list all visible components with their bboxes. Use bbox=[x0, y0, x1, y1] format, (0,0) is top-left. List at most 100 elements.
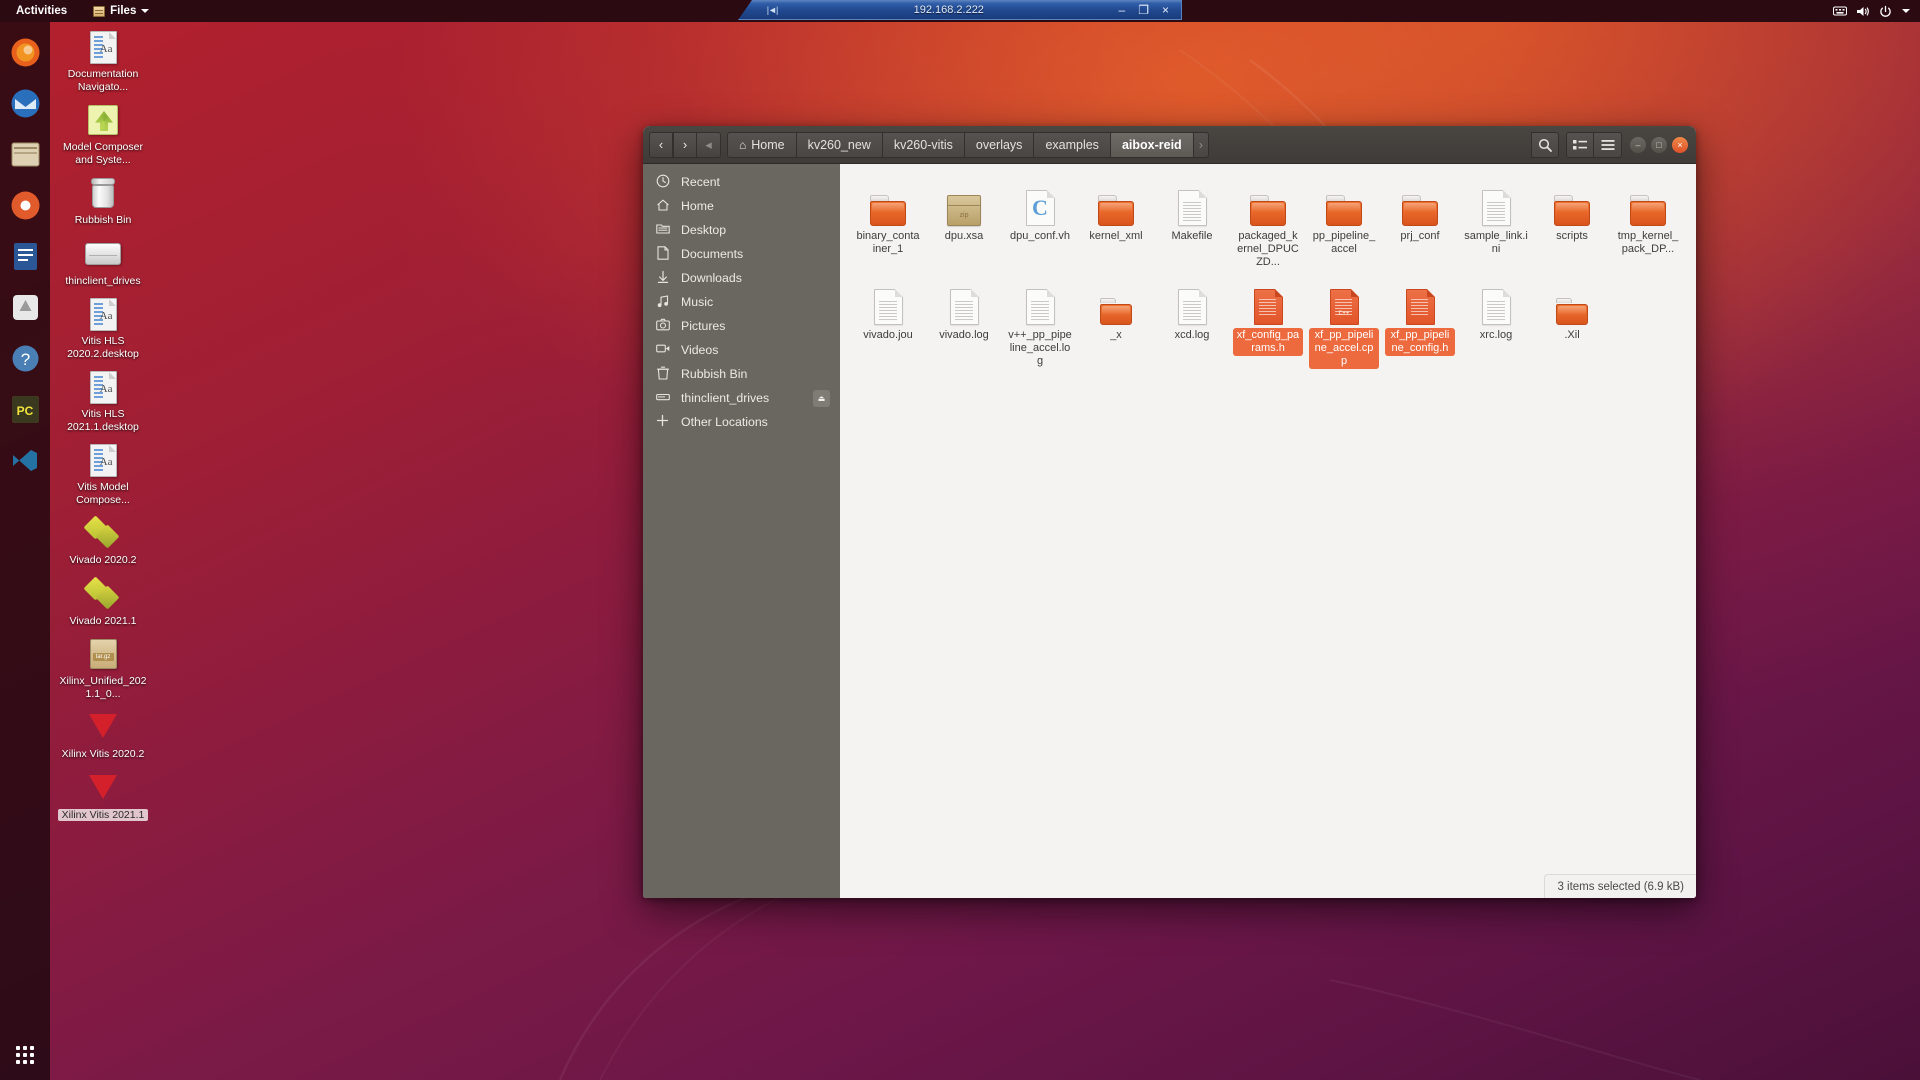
desktop-icon-vivado-2021[interactable]: Vivado 2021.1 bbox=[58, 575, 148, 628]
dock-item-vscode[interactable] bbox=[9, 444, 42, 477]
breadcrumb-item-kv260-new[interactable]: kv260_new bbox=[796, 131, 883, 158]
desktop-icon-vitis-model-composer[interactable]: Aa Vitis Model Compose... bbox=[58, 441, 148, 506]
source-file-icon bbox=[1253, 277, 1283, 326]
sidebar-item-label: Downloads bbox=[681, 271, 742, 285]
remote-desktop-titlebar[interactable]: |◄| 192.168.2.222 – ❐ × bbox=[738, 0, 1182, 20]
view-list-icon[interactable] bbox=[1566, 131, 1594, 158]
file-item[interactable]: packaged_kernel_DPUCZD... bbox=[1233, 178, 1303, 269]
breadcrumb-item-kv260-vitis[interactable]: kv260-vitis bbox=[882, 131, 965, 158]
drive-icon bbox=[58, 235, 148, 273]
desktop-icon-vitis-hls-2020[interactable]: Aa Vitis HLS 2020.2.desktop bbox=[58, 295, 148, 360]
sidebar-item-downloads[interactable]: Downloads bbox=[643, 266, 840, 290]
dock-item-help[interactable]: ? bbox=[9, 342, 42, 375]
desktop-icon-vivado-2020[interactable]: Vivado 2020.2 bbox=[58, 514, 148, 567]
file-item[interactable]: vivado.jou bbox=[853, 277, 923, 368]
file-item[interactable]: vivado.log bbox=[929, 277, 999, 368]
file-item-selected[interactable]: xf_pp_pipeline_config.h bbox=[1385, 277, 1455, 368]
file-label: vivado.jou bbox=[863, 329, 913, 342]
desktop-icon-vitis-hls-2021[interactable]: Aa Vitis HLS 2021.1.desktop bbox=[58, 368, 148, 433]
sidebar-item-rubbish-bin[interactable]: Rubbish Bin bbox=[643, 362, 840, 386]
file-item[interactable]: Makefile bbox=[1157, 178, 1227, 269]
files-app-icon bbox=[93, 5, 106, 17]
file-item[interactable]: scripts bbox=[1537, 178, 1607, 269]
power-icon[interactable] bbox=[1879, 5, 1893, 18]
file-item[interactable]: _x bbox=[1081, 277, 1151, 368]
chevron-down-icon[interactable] bbox=[1902, 9, 1910, 13]
forward-button[interactable]: › bbox=[673, 131, 697, 158]
file-label: .Xil bbox=[1564, 329, 1580, 342]
text-file-icon bbox=[873, 277, 903, 326]
file-item[interactable]: pp_pipeline_accel bbox=[1309, 178, 1379, 269]
file-item[interactable]: C dpu_conf.vh bbox=[1005, 178, 1075, 269]
breadcrumb-next-button[interactable]: › bbox=[1193, 131, 1209, 158]
dock-item-rhythmbox[interactable] bbox=[9, 189, 42, 222]
maximize-button[interactable]: □ bbox=[1651, 136, 1667, 153]
keyboard-icon[interactable] bbox=[1833, 5, 1847, 18]
sidebar-item-label: Rubbish Bin bbox=[681, 367, 748, 381]
breadcrumb-item-overlays[interactable]: overlays bbox=[964, 131, 1035, 158]
file-item-selected[interactable]: C++ xf_pp_pipeline_accel.cpp bbox=[1309, 277, 1379, 369]
sidebar-item-thinclient-drives[interactable]: thinclient_drives ⏏ bbox=[643, 386, 840, 410]
volume-icon[interactable] bbox=[1856, 5, 1870, 18]
desktop-icon-model-composer[interactable]: Model Composer and Syste... bbox=[58, 101, 148, 166]
desktop-icon-thinclient-drives[interactable]: thinclient_drives bbox=[58, 235, 148, 288]
breadcrumb-label: Home bbox=[751, 137, 785, 152]
breadcrumb-item-home[interactable]: ⌂ Home bbox=[727, 131, 797, 158]
search-icon[interactable] bbox=[1531, 131, 1559, 158]
show-applications-button[interactable] bbox=[16, 1046, 34, 1064]
file-item[interactable]: kernel_xml bbox=[1081, 178, 1151, 269]
folder-icon bbox=[1098, 178, 1134, 226]
desktop-icon-documentation-navigator[interactable]: Aa Documentation Navigato... bbox=[58, 28, 148, 93]
sidebar-item-label: Recent bbox=[681, 175, 720, 189]
back-button[interactable]: ‹ bbox=[649, 131, 673, 158]
file-item[interactable]: prj_conf bbox=[1385, 178, 1455, 269]
desktop-icon-xilinx-unified-archive[interactable]: tar.gz Xilinx_Unified_2021.1_0... bbox=[58, 635, 148, 700]
file-item-selected[interactable]: xf_config_params.h bbox=[1233, 277, 1303, 368]
sidebar-item-label: Documents bbox=[681, 247, 744, 261]
desktop-icon-rubbish-bin[interactable]: Rubbish Bin bbox=[58, 174, 148, 227]
path-dropdown-button[interactable]: ◂ bbox=[697, 131, 721, 158]
remote-minimize-button[interactable]: – bbox=[1119, 4, 1126, 16]
sidebar-item-pictures[interactable]: Pictures bbox=[643, 314, 840, 338]
sidebar-item-recent[interactable]: Recent bbox=[643, 170, 840, 194]
hamburger-menu-icon[interactable] bbox=[1594, 131, 1622, 158]
document-icon: Aa bbox=[58, 368, 148, 406]
files-window: ‹ › ◂ ⌂ Home kv260_new kv260-vitis overl… bbox=[643, 126, 1696, 898]
minimize-button[interactable]: – bbox=[1630, 136, 1646, 153]
file-list-view[interactable]: binary_container_1 zip dpu.xsa C dpu_con… bbox=[840, 164, 1696, 898]
remote-restore-button[interactable]: ❐ bbox=[1138, 4, 1149, 16]
file-label: binary_container_1 bbox=[856, 230, 920, 255]
sidebar-item-desktop[interactable]: Desktop bbox=[643, 218, 840, 242]
close-button[interactable]: × bbox=[1672, 136, 1688, 153]
remote-close-button[interactable]: × bbox=[1162, 4, 1169, 16]
app-menu-files[interactable]: Files bbox=[87, 3, 155, 19]
dock-item-firefox[interactable] bbox=[9, 36, 42, 69]
pin-icon[interactable]: |◄| bbox=[765, 5, 779, 15]
file-item[interactable]: xrc.log bbox=[1461, 277, 1531, 368]
activities-button[interactable]: Activities bbox=[10, 3, 73, 19]
file-item[interactable]: tmp_kernel_pack_DP... bbox=[1613, 178, 1683, 269]
dock-item-files[interactable] bbox=[9, 138, 42, 171]
file-item[interactable]: sample_link.ini bbox=[1461, 178, 1531, 269]
file-item[interactable]: .Xil bbox=[1537, 277, 1607, 368]
dock-item-libreoffice-writer[interactable] bbox=[9, 240, 42, 273]
remote-host-label: 192.168.2.222 bbox=[913, 3, 984, 16]
file-item[interactable]: binary_container_1 bbox=[853, 178, 923, 269]
dock-item-software[interactable] bbox=[9, 291, 42, 324]
sidebar-item-other-locations[interactable]: Other Locations bbox=[643, 410, 840, 434]
sidebar-item-documents[interactable]: Documents bbox=[643, 242, 840, 266]
desktop-icon-xilinx-vitis-2021[interactable]: Xilinx Vitis 2021.1 bbox=[58, 769, 148, 821]
breadcrumb-item-examples[interactable]: examples bbox=[1034, 131, 1111, 158]
file-item[interactable]: zip dpu.xsa bbox=[929, 178, 999, 269]
dock-item-thunderbird[interactable] bbox=[9, 87, 42, 120]
file-item[interactable]: v++_pp_pipeline_accel.log bbox=[1005, 277, 1075, 368]
desktop-icon-label: Vitis HLS 2020.2.desktop bbox=[67, 335, 139, 360]
desktop-icon-xilinx-vitis-2020[interactable]: Xilinx Vitis 2020.2 bbox=[58, 708, 148, 761]
sidebar-item-music[interactable]: Music bbox=[643, 290, 840, 314]
eject-button[interactable]: ⏏ bbox=[813, 389, 830, 407]
sidebar-item-videos[interactable]: Videos bbox=[643, 338, 840, 362]
sidebar-item-home[interactable]: Home bbox=[643, 194, 840, 218]
file-item[interactable]: xcd.log bbox=[1157, 277, 1227, 368]
breadcrumb-item-aibox-reid[interactable]: aibox-reid bbox=[1110, 131, 1194, 158]
dock-item-pycharm[interactable]: PC bbox=[9, 393, 42, 426]
